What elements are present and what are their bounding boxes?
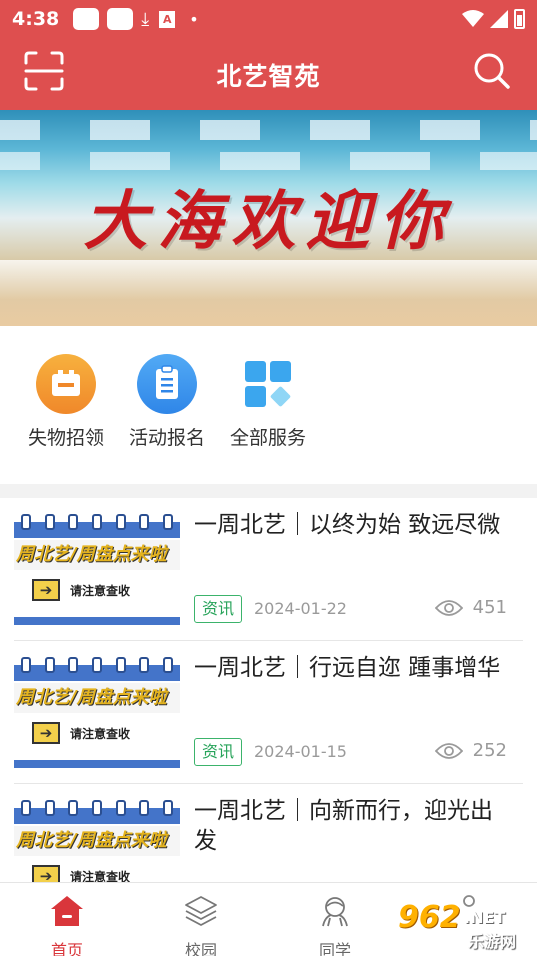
watermark-domain: .NET xyxy=(464,908,506,927)
thumb-rings xyxy=(14,800,180,818)
service-shortcuts: 失物招领 活动报名 全部服务 xyxy=(0,326,537,484)
banner-carousel[interactable]: 大海欢迎你 xyxy=(0,110,537,326)
tab-home[interactable]: 首页 xyxy=(27,893,107,956)
top-bar: 4:38 ⤓ A • 北艺智苑 xyxy=(0,0,537,110)
grid-icon xyxy=(238,354,298,414)
news-thumbnail: 周北艺/周盘点来啦 ➔ 请注意查收 xyxy=(14,655,180,768)
service-lost-found[interactable]: 失物招领 xyxy=(18,354,114,450)
tab-classmates[interactable]: 同学 xyxy=(295,893,375,956)
news-date: 2024-01-15 xyxy=(254,742,347,761)
battery-icon xyxy=(514,9,525,29)
page-title: 北艺智苑 xyxy=(216,62,321,91)
news-thumbnail: 周北艺/周盘点来啦 ➔ 请注意查收 xyxy=(14,512,180,625)
search-icon[interactable] xyxy=(473,52,511,90)
status-right-icons xyxy=(462,9,525,29)
eye-icon xyxy=(434,599,463,616)
news-tag: 资讯 xyxy=(194,595,243,623)
news-date: 2024-01-22 xyxy=(254,599,347,618)
tab-label: 同学 xyxy=(318,941,351,956)
banner-slogan: 大海欢迎你 xyxy=(83,184,454,259)
watermark-site: 乐游网 xyxy=(468,932,517,951)
thumb-headline: 周北艺/周盘点来啦 xyxy=(14,826,180,856)
site-watermark: 962 .NET 乐游网 xyxy=(398,894,532,952)
tab-campus[interactable]: 校园 xyxy=(161,893,241,956)
watermark-number: 962 xyxy=(398,900,461,935)
wifi-icon xyxy=(462,10,484,27)
news-item[interactable]: 周北艺/周盘点来啦 ➔ 请注意查收 一周北艺｜以终为始 致远尽微 资讯 2024… xyxy=(0,498,537,641)
thumb-notice: 请注意查收 xyxy=(70,584,131,598)
view-count: 252 xyxy=(472,740,507,761)
tab-label: 首页 xyxy=(50,941,83,956)
news-title: 一周北艺｜向新而行，迎光出发 xyxy=(194,798,493,854)
thumb-headline: 周北艺/周盘点来啦 xyxy=(14,540,180,570)
thumb-headline: 周北艺/周盘点来啦 xyxy=(14,683,180,713)
clipboard-icon xyxy=(137,354,197,414)
service-all[interactable]: 全部服务 xyxy=(220,354,316,450)
tab-label: 校园 xyxy=(184,941,217,956)
notification-icon xyxy=(73,8,100,30)
dot-icon: • xyxy=(189,9,199,29)
home-icon xyxy=(51,896,83,926)
classmates-icon xyxy=(322,897,348,927)
thumb-band xyxy=(14,760,180,768)
news-tag: 资讯 xyxy=(194,738,243,766)
news-item[interactable]: 周北艺/周盘点来啦 ➔ 请注意查收 一周北艺｜向新而行，迎光出发 xyxy=(0,784,537,882)
signal-icon xyxy=(490,10,508,28)
view-count: 451 xyxy=(472,597,507,618)
banner-wave xyxy=(0,120,537,140)
news-title: 一周北艺｜行远自迩 踵事增华 xyxy=(194,655,501,681)
service-label: 活动报名 xyxy=(128,427,205,449)
eye-icon xyxy=(434,742,463,759)
status-time: 4:38 xyxy=(12,8,60,30)
service-label: 失物招领 xyxy=(27,427,104,449)
news-thumbnail: 周北艺/周盘点来啦 ➔ 请注意查收 xyxy=(14,798,180,882)
lost-found-icon xyxy=(36,354,96,414)
banner-wave xyxy=(0,152,537,170)
news-item[interactable]: 周北艺/周盘点来啦 ➔ 请注意查收 一周北艺｜行远自迩 踵事增华 资讯 2024… xyxy=(0,641,537,784)
arrow-icon: ➔ xyxy=(32,865,60,882)
thumb-rings xyxy=(14,657,180,675)
thumb-rings xyxy=(14,514,180,532)
news-views: 451 xyxy=(434,597,507,618)
news-title: 一周北艺｜以终为始 致远尽微 xyxy=(194,512,501,538)
thumb-notice: 请注意查收 xyxy=(70,870,131,882)
banner-foam xyxy=(0,260,537,300)
accessibility-icon: A xyxy=(159,10,176,28)
thumb-notice: 请注意查收 xyxy=(70,727,131,741)
arrow-icon: ➔ xyxy=(32,722,60,744)
news-list: 周北艺/周盘点来啦 ➔ 请注意查收 一周北艺｜以终为始 致远尽微 资讯 2024… xyxy=(0,498,537,882)
service-activity-signup[interactable]: 活动报名 xyxy=(119,354,215,450)
title-bar: 北艺智苑 xyxy=(0,38,537,110)
thumb-band xyxy=(14,617,180,625)
news-views: 252 xyxy=(434,740,507,761)
service-label: 全部服务 xyxy=(229,427,306,449)
status-bar: 4:38 ⤓ A • xyxy=(0,0,537,38)
download-icon: ⤓ xyxy=(141,8,150,30)
notification-icon xyxy=(107,8,134,30)
layers-icon xyxy=(185,896,217,926)
arrow-icon: ➔ xyxy=(32,579,60,601)
